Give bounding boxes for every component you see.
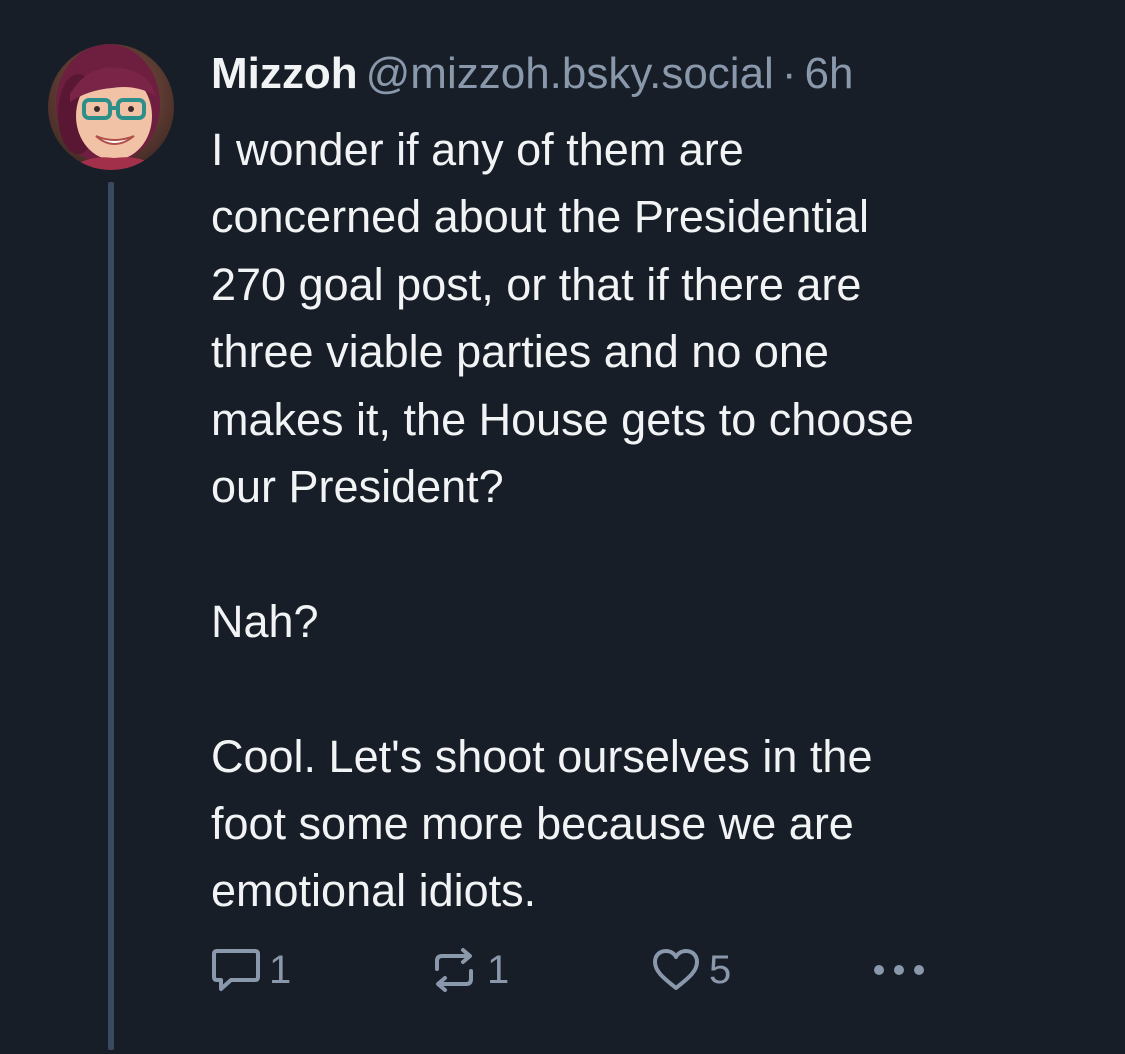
reply-icon	[212, 949, 260, 991]
more-button[interactable]	[871, 940, 927, 1000]
avatar[interactable]	[48, 44, 174, 170]
post-actions: 1 1 5	[211, 940, 971, 1000]
like-button[interactable]: 5	[651, 940, 731, 1000]
text-line: emotional idiots.	[211, 865, 537, 917]
text-line: Nah?	[211, 595, 319, 647]
more-icon	[874, 965, 924, 975]
text-line: our President?	[211, 461, 504, 513]
thread-line	[108, 182, 114, 1050]
text-line: I wonder if any of them are	[211, 124, 744, 175]
text-line: three viable parties and no one	[211, 326, 829, 378]
header-separator: ·	[781, 49, 797, 98]
reply-button[interactable]: 1	[211, 940, 291, 1000]
text-line: foot some more because we are	[211, 798, 854, 850]
avatar-photo	[48, 44, 174, 170]
post-timestamp[interactable]: 6h	[804, 49, 853, 98]
reply-count: 1	[269, 947, 292, 992]
text-line: concerned about the Presidential	[211, 191, 869, 243]
text-line: 270 goal post, or that if there are	[211, 258, 862, 310]
repost-count: 1	[487, 947, 510, 992]
text-line: makes it, the House gets to choose	[211, 393, 914, 445]
repost-button[interactable]: 1	[429, 940, 509, 1000]
heart-icon	[653, 949, 699, 990]
author-handle[interactable]: @mizzoh.bsky.social	[366, 49, 774, 98]
post-header: Mizzoh @mizzoh.bsky.social · 6h	[211, 46, 853, 102]
like-count: 5	[709, 947, 732, 992]
repost-icon	[435, 948, 473, 992]
author-display-name[interactable]: Mizzoh	[211, 49, 358, 98]
post-text: I wonder if any of them are concerned ab…	[211, 116, 1091, 925]
post: Mizzoh @mizzoh.bsky.social · 6h I wonder if…	[0, 0, 1125, 1054]
text-line: Cool. Let's shoot ourselves in the	[211, 730, 873, 782]
